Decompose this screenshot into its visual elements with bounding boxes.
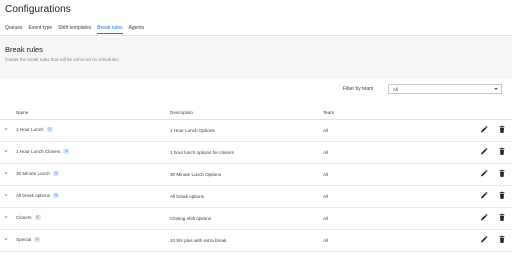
trash-icon[interactable] bbox=[498, 147, 506, 156]
tab-event-type[interactable]: Event type bbox=[29, 25, 53, 34]
table-row: 30 Minute Lunch 1 30 Minute Lunch Option… bbox=[0, 164, 512, 186]
chevron-down-icon[interactable] bbox=[4, 149, 8, 153]
rule-team: All bbox=[323, 238, 329, 243]
pencil-icon[interactable] bbox=[480, 191, 488, 200]
table-row: All break options 3 All break options Al… bbox=[0, 186, 512, 208]
trash-icon[interactable] bbox=[498, 235, 506, 244]
section-header: Break rules Create the break rules that … bbox=[0, 37, 512, 79]
rule-name-cell: 1 Hour Lunch Closers 1 bbox=[16, 149, 70, 154]
table-row: Special 1 10.5hr plus with extra break A… bbox=[0, 230, 512, 252]
table-body: 1 Hour Lunch 1 1 Hour Lunch Options All … bbox=[0, 120, 512, 252]
column-header-description[interactable]: Description bbox=[170, 110, 193, 115]
rule-name-cell: 30 Minute Lunch 1 bbox=[16, 171, 59, 176]
trash-icon[interactable] bbox=[498, 213, 506, 222]
chevron-down-icon[interactable] bbox=[4, 171, 8, 175]
rule-team: All bbox=[323, 172, 329, 177]
column-header-name[interactable]: Name bbox=[16, 110, 28, 115]
trash-icon[interactable] bbox=[498, 125, 506, 134]
rule-name: 30 Minute Lunch bbox=[16, 171, 50, 176]
table-row: Closers 1 Closing shift options All bbox=[0, 208, 512, 230]
rule-description: 30 Minute Lunch Options bbox=[170, 172, 222, 177]
rule-description: 10.5hr plus with extra break bbox=[170, 238, 227, 243]
header: Configurations Queues Event type Shift t… bbox=[0, 0, 512, 36]
caret-down-icon bbox=[494, 88, 498, 90]
tab-bar: Queues Event type Shift templates Break … bbox=[5, 25, 144, 34]
rule-name: Special bbox=[16, 237, 32, 242]
pencil-icon[interactable] bbox=[480, 169, 488, 178]
rule-count-badge: 1 bbox=[63, 149, 70, 154]
table-row: 1 Hour Lunch Closers 1 1 hour lunch opti… bbox=[0, 142, 512, 164]
pencil-icon[interactable] bbox=[480, 213, 488, 222]
column-header-team[interactable]: Team bbox=[323, 110, 334, 115]
filter-label: Filter by team bbox=[343, 86, 374, 92]
rule-count-badge: 1 bbox=[52, 171, 59, 176]
rule-description: Closing shift options bbox=[170, 216, 212, 221]
page: Configurations Queues Event type Shift t… bbox=[0, 0, 512, 262]
tab-break-rules[interactable]: Break rules bbox=[97, 25, 123, 34]
rule-count-badge: 1 bbox=[34, 215, 41, 220]
rule-count-badge: 3 bbox=[52, 193, 59, 198]
section-title: Break rules bbox=[5, 45, 43, 54]
rule-count-badge: 1 bbox=[46, 127, 53, 132]
table-row: 1 Hour Lunch 1 1 Hour Lunch Options All bbox=[0, 120, 512, 142]
section-subtitle: Create the break rules that will be enfo… bbox=[5, 57, 119, 62]
rule-name: All break options bbox=[16, 193, 50, 198]
rule-name-cell: Special 1 bbox=[16, 237, 41, 242]
rule-description: All break options bbox=[170, 194, 204, 199]
team-filter-select[interactable]: All bbox=[388, 84, 502, 94]
break-rules-table: Name Description Team 1 Hour Lunch 1 1 H… bbox=[0, 104, 512, 252]
rule-name: Closers bbox=[16, 215, 32, 220]
team-filter-value: All bbox=[393, 87, 399, 92]
chevron-down-icon[interactable] bbox=[4, 215, 8, 219]
rule-team: All bbox=[323, 216, 329, 221]
rule-team: All bbox=[323, 150, 329, 155]
rule-name-cell: Closers 1 bbox=[16, 215, 41, 220]
trash-icon[interactable] bbox=[498, 169, 506, 178]
tab-shift-templates[interactable]: Shift templates bbox=[58, 25, 91, 34]
rule-team: All bbox=[323, 194, 329, 199]
page-title: Configurations bbox=[5, 4, 71, 15]
rule-team: All bbox=[323, 128, 329, 133]
table-header: Name Description Team bbox=[0, 104, 512, 120]
rule-name-cell: All break options 3 bbox=[16, 193, 59, 198]
filter-bar: Filter by team All bbox=[0, 80, 512, 98]
tab-queues[interactable]: Queues bbox=[5, 25, 23, 34]
chevron-down-icon[interactable] bbox=[4, 193, 8, 197]
chevron-down-icon[interactable] bbox=[4, 237, 8, 241]
tab-agents[interactable]: Agents bbox=[129, 25, 145, 34]
rule-name: 1 Hour Lunch Closers bbox=[16, 149, 61, 154]
chevron-down-icon[interactable] bbox=[4, 127, 8, 131]
rule-description: 1 hour lunch options for closers bbox=[170, 150, 234, 155]
rule-description: 1 Hour Lunch Options bbox=[170, 128, 215, 133]
pencil-icon[interactable] bbox=[480, 235, 488, 244]
pencil-icon[interactable] bbox=[480, 147, 488, 156]
pencil-icon[interactable] bbox=[480, 125, 488, 134]
rule-name-cell: 1 Hour Lunch 1 bbox=[16, 127, 53, 132]
rule-count-badge: 1 bbox=[34, 237, 41, 242]
rule-name: 1 Hour Lunch bbox=[16, 127, 44, 132]
trash-icon[interactable] bbox=[498, 191, 506, 200]
